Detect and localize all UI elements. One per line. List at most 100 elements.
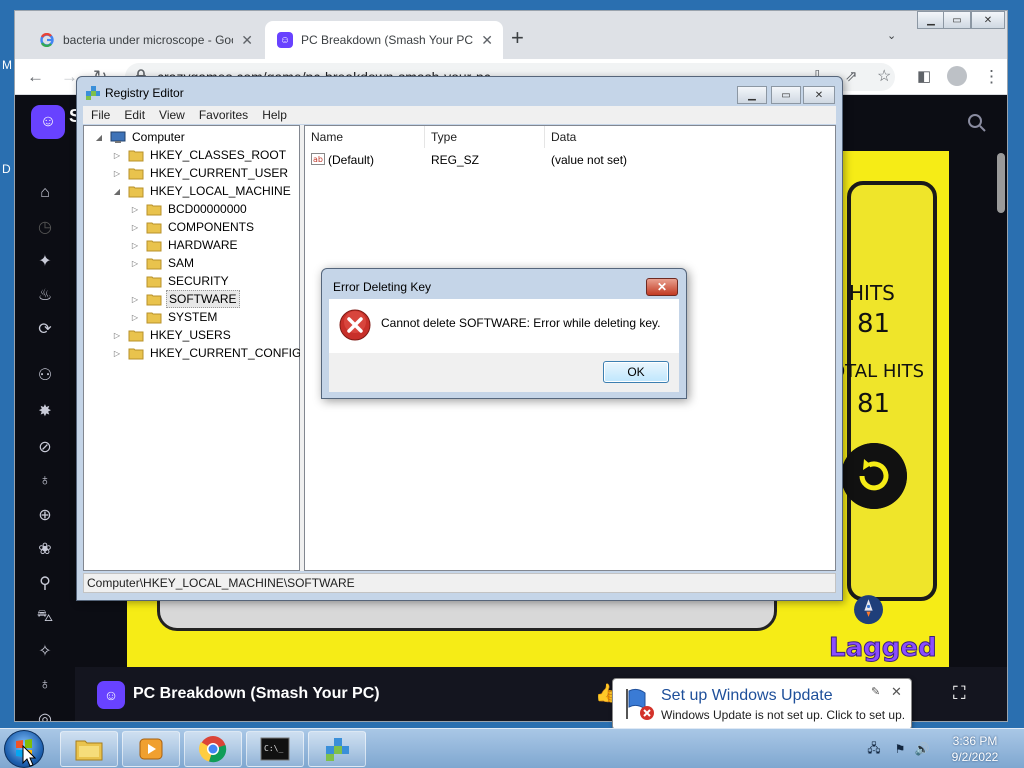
expand-arrow-icon[interactable]: ▷ [130,313,140,322]
tree-label: HKEY_USERS [150,328,231,342]
tree-label: HARDWARE [168,238,238,252]
tree-item-hklm[interactable]: ◢ HKEY_LOCAL_MACHINE [112,182,293,200]
expand-arrow-icon[interactable]: ▷ [130,259,140,268]
controller-icon[interactable]: ♁ [35,675,55,695]
expand-arrow-icon[interactable]: ▷ [130,241,140,250]
close-window-button[interactable]: ✕ [971,11,1005,29]
volume-icon[interactable]: 🔊 [914,741,930,757]
dialog-close-button[interactable]: ✕ [646,278,678,296]
tab-pc-breakdown[interactable]: ☺ PC Breakdown (Smash Your PC) D ✕ [265,21,503,59]
status-bar: Computer\HKEY_LOCAL_MACHINE\SOFTWARE [83,573,836,593]
collapse-arrow-icon[interactable]: ◢ [94,133,104,142]
tab-close-icon[interactable]: ✕ [241,32,253,49]
tree-label: HKEY_CURRENT_USER [150,166,289,180]
car-icon[interactable]: ⛍ [35,607,55,627]
total-hits-value: 81 [857,389,891,419]
pin-icon[interactable]: ✎ [871,685,880,698]
action-icon[interactable]: ✸ [35,401,55,421]
tree-item-bcd[interactable]: ▷ BCD00000000 [130,200,249,218]
back-arrow-icon[interactable]: ← [27,67,44,87]
tree-item-hku[interactable]: ▷ HKEY_USERS [112,326,233,344]
explorer-icon [75,740,103,761]
crazygames-logo-icon[interactable]: ☺ [31,105,65,139]
system-clock[interactable]: 3:36 PM 9/2/2022 [940,733,1010,765]
menu-view[interactable]: View [151,106,191,124]
expand-arrow-icon[interactable]: ▷ [112,349,122,358]
regedit-maximize-button[interactable]: ▭ [771,86,801,104]
tab-google-search[interactable]: bacteria under microscope - Goo ✕ [27,21,263,59]
folder-icon [146,222,162,233]
taskbar-explorer-button[interactable] [60,731,118,767]
more-menu-icon[interactable]: ⋮ [983,67,1000,87]
expand-arrow-icon[interactable]: ▷ [112,151,122,160]
new-games-icon[interactable]: ✦ [35,251,55,271]
value-row-default[interactable]: ab (Default) REG_SZ (value not set) [305,150,835,170]
taskbar-cmd-button[interactable]: C:\_ [246,731,304,767]
menu-help[interactable]: Help [254,106,293,124]
tree-item-hardware[interactable]: ▷ HARDWARE [130,236,240,254]
regedit-close-button[interactable]: ✕ [803,86,835,104]
notification-close-icon[interactable]: ✕ [891,684,902,700]
tree-item-components[interactable]: ▷ COMPONENTS [130,218,256,236]
expand-arrow-icon[interactable]: ▷ [130,295,140,304]
multiplayer-icon[interactable]: ⚇ [35,365,55,385]
crazygames-small-icon: ☺ [97,681,125,709]
profile-avatar-icon[interactable] [947,66,967,86]
tree-item-sam[interactable]: ▷ SAM [130,254,196,272]
adventure-icon[interactable]: ⊘ [35,437,55,457]
bike-icon[interactable]: ⚲ [35,573,55,593]
tree-item-hkcu[interactable]: ▷ HKEY_CURRENT_USER [112,164,290,182]
tree-item-hkcr[interactable]: ▷ HKEY_CLASSES_ROOT [112,146,288,164]
expand-arrow-icon[interactable]: ▷ [112,169,122,178]
registry-editor-titlebar: Registry Editor [85,85,184,101]
menu-edit[interactable]: Edit [116,106,151,124]
column-header-type[interactable]: Type [425,126,545,148]
share-icon[interactable]: ⇗ [845,67,858,87]
menu-file[interactable]: File [83,106,116,124]
action-center-flag-icon[interactable]: ⚑ [892,741,908,757]
windows-update-notification[interactable]: Set up Windows Update Windows Update is … [612,678,912,740]
new-tab-button[interactable]: + [511,25,524,51]
minimize-button[interactable]: ▁ [917,11,945,29]
expand-arrow-icon[interactable]: ▷ [112,331,122,340]
network-icon[interactable]: 🖧 [866,741,882,757]
tree-item-hkcc[interactable]: ▷ HKEY_CURRENT_CONFIG [112,344,303,362]
basketball-icon[interactable]: ⊕ [35,505,55,525]
menu-favorites[interactable]: Favorites [191,106,254,124]
tree-item-security[interactable]: SECURITY [130,272,231,290]
replay-icon[interactable] [841,443,907,509]
side-panel-icon[interactable]: ◧ [917,67,931,87]
more-icon[interactable]: ◎ [35,709,55,721]
tab-close-icon[interactable]: ✕ [481,32,493,49]
taskbar-regedit-button[interactable] [308,731,366,767]
bookmark-star-icon[interactable]: ☆ [877,67,891,87]
expand-arrow-icon[interactable]: ▷ [130,223,140,232]
regedit-minimize-button[interactable]: ▁ [737,86,767,104]
column-header-name[interactable]: Name [305,126,425,148]
fullscreen-icon[interactable]: ⛶ [953,683,966,704]
collapse-arrow-icon[interactable]: ◢ [112,187,122,196]
tree-item-system[interactable]: ▷ SYSTEM [130,308,219,326]
page-scrollbar[interactable] [997,153,1005,213]
search-icon[interactable] [967,113,987,133]
trending-fire-icon[interactable]: ♨ [35,285,55,305]
beauty-icon[interactable]: ❀ [35,539,55,559]
taskbar: C:\_ 🖧 ⚑ 🔊 3:36 PM 9/2/2022 [0,728,1024,768]
restore-button[interactable]: ▭ [943,11,971,29]
tree-item-computer[interactable]: ◢ Computer [94,128,187,146]
tab-search-chevron-icon[interactable]: ⌄ [887,29,896,42]
arcade-joystick-icon[interactable]: ♁ [35,471,55,491]
google-icon [39,32,55,48]
column-header-data[interactable]: Data [545,126,835,148]
recent-icon[interactable]: ◷ [35,217,55,237]
tree-item-software[interactable]: ▷ SOFTWARE [130,290,240,308]
ok-button[interactable]: OK [603,361,669,383]
home-icon[interactable]: ⌂ [35,183,55,203]
expand-arrow-icon[interactable]: ▷ [130,205,140,214]
taskbar-media-player-button[interactable] [122,731,180,767]
hits-value: 81 [857,309,891,339]
clicker-icon[interactable]: ✧ [35,641,55,661]
clock-time: 3:36 PM [952,734,998,748]
taskbar-chrome-button[interactable] [184,731,242,767]
updated-icon[interactable]: ⟳ [35,319,55,339]
